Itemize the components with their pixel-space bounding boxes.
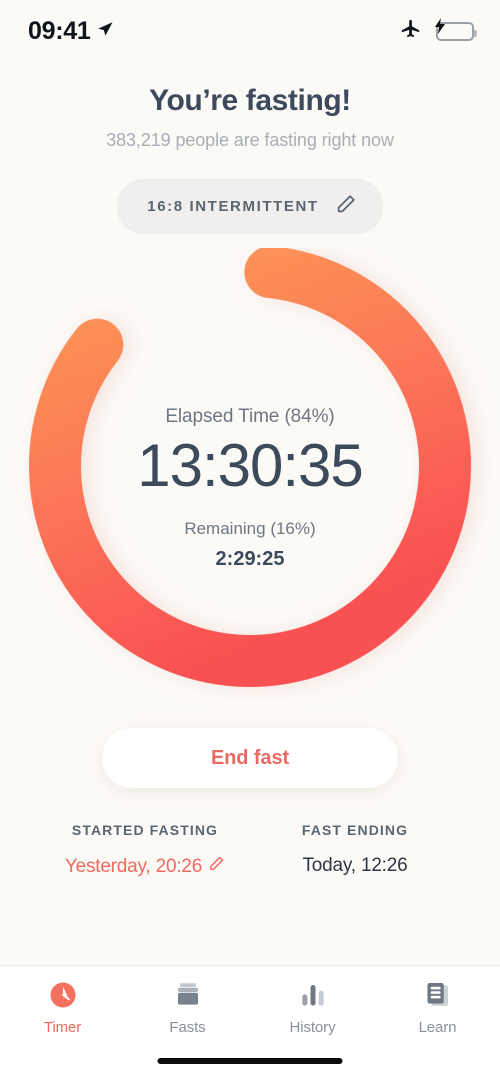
tab-timer[interactable]: Timer xyxy=(0,980,125,1036)
fasting-plan-button[interactable]: 16:8 INTERMITTENT xyxy=(117,179,383,234)
page-title: You’re fasting! xyxy=(149,84,351,117)
bottom-tab-bar: Timer Fasts History Learn xyxy=(0,965,500,1080)
plan-pill-container: 16:8 INTERMITTENT xyxy=(0,179,500,234)
tab-history-label: History xyxy=(289,1019,336,1036)
location-arrow-icon xyxy=(96,20,114,43)
tab-learn-label: Learn xyxy=(418,1019,457,1036)
started-fasting-column: STARTED FASTING Yesterday, 20:26 xyxy=(40,822,250,878)
timer-clock-icon xyxy=(48,980,78,1010)
status-bar-right xyxy=(400,17,477,45)
fast-ending-heading: FAST ENDING xyxy=(301,822,409,838)
started-fasting-heading: STARTED FASTING xyxy=(71,822,219,838)
end-fast-container: End fast xyxy=(0,728,500,788)
tab-timer-label: Timer xyxy=(43,1019,82,1036)
bar-chart-icon xyxy=(298,980,328,1010)
app-screen: 09:41 You’re fasting! 383,219 people are… xyxy=(0,0,500,1080)
airplane-mode-icon xyxy=(400,18,422,45)
elapsed-time-label: Elapsed Time (84%) xyxy=(165,406,335,427)
status-bar-left: 09:41 xyxy=(28,17,114,46)
remaining-time-value: 2:29:25 xyxy=(215,548,285,570)
tab-history[interactable]: History xyxy=(250,980,375,1036)
pencil-edit-icon[interactable] xyxy=(335,193,357,220)
pencil-edit-icon[interactable] xyxy=(208,855,225,878)
end-fast-button[interactable]: End fast xyxy=(102,728,398,788)
status-bar: 09:41 xyxy=(0,0,500,62)
fasting-progress-ring: Elapsed Time (84%) 13:30:35 Remaining (1… xyxy=(0,248,500,718)
elapsed-time-value: 13:30:35 xyxy=(137,432,364,499)
fast-ending-value: Today, 12:26 xyxy=(302,855,408,876)
fast-info-row: STARTED FASTING Yesterday, 20:26 FAST EN… xyxy=(0,822,500,878)
started-fasting-value-button[interactable]: Yesterday, 20:26 xyxy=(40,855,250,878)
status-bar-time: 09:41 xyxy=(28,16,91,45)
tab-learn[interactable]: Learn xyxy=(375,980,500,1036)
fast-ending-column: FAST ENDING Today, 12:26 xyxy=(250,822,460,878)
home-indicator[interactable] xyxy=(157,1058,343,1064)
battery-charging-icon xyxy=(435,17,477,41)
article-doc-icon xyxy=(423,980,453,1010)
tab-fasts-label: Fasts xyxy=(169,1019,206,1036)
tab-fasts[interactable]: Fasts xyxy=(125,980,250,1036)
started-fasting-value: Yesterday, 20:26 xyxy=(64,855,203,877)
page-header: You’re fasting! 383,219 people are fasti… xyxy=(0,84,500,151)
fasting-people-count: 383,219 people are fasting right now xyxy=(106,130,394,150)
food-stack-icon xyxy=(173,980,203,1010)
remaining-time-label: Remaining (16%) xyxy=(184,519,316,538)
fasting-plan-label: 16:8 INTERMITTENT xyxy=(147,198,319,215)
timer-readout: Elapsed Time (84%) 13:30:35 Remaining (1… xyxy=(0,406,500,571)
